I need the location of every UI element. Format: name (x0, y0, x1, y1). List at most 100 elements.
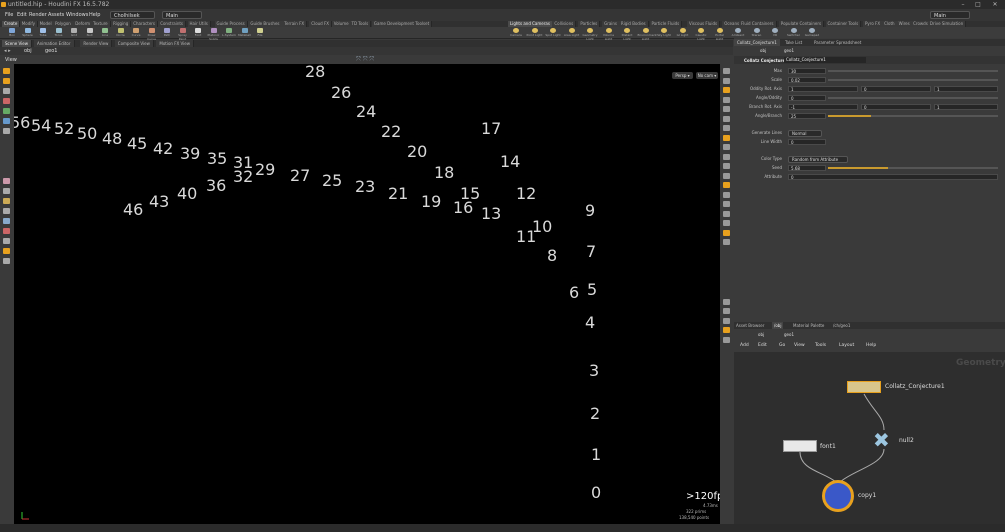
left-tool-icon-6[interactable] (3, 128, 10, 134)
shelf-tool-0[interactable]: Box (4, 27, 20, 38)
node-copy[interactable]: copy1 (822, 480, 876, 512)
shelf-tool-12[interactable]: Font (190, 27, 206, 38)
param-path-context[interactable]: obj (760, 48, 766, 53)
net-menu-edit[interactable]: Edit (758, 343, 767, 348)
desktop-dropdown[interactable]: Main (162, 11, 202, 19)
network-view[interactable]: Geometry Collatz_Conjecture1 font1 ✖ nul… (734, 352, 1005, 530)
right-tool-icon-9[interactable] (723, 153, 730, 160)
right-tool-icon-10[interactable] (723, 163, 730, 169)
right-tool-icon-23[interactable] (723, 336, 730, 343)
angle-branch-field[interactable]: 25 (788, 113, 826, 119)
left-tool-icon-3[interactable] (3, 98, 10, 104)
path-context[interactable]: obj (24, 48, 32, 54)
branch-z-field[interactable]: 1 (934, 104, 998, 110)
shelf-tool-14[interactable]: L-System (221, 27, 237, 38)
shelf-tool-right-12[interactable]: Ambient Light (730, 27, 746, 41)
shelf-tool-13[interactable]: Platonic Solids (206, 27, 222, 41)
net-path-node[interactable]: geo1 (784, 332, 794, 337)
branch-x-field[interactable]: -1 (788, 104, 858, 110)
color-type-dropdown[interactable]: Random from Attribute (788, 156, 848, 163)
menu-windows[interactable]: Windows (66, 12, 88, 18)
shelf-tool-right-13[interactable]: Stereo Camera (749, 27, 765, 41)
tab-material-palette[interactable]: Material Palette (793, 322, 824, 329)
left-tool-icon-0[interactable] (3, 68, 10, 74)
shelf-tool-right-4[interactable]: Geometry Light (582, 27, 598, 41)
right-tool-icon-22[interactable] (723, 327, 730, 333)
left-tool-icon-10[interactable] (3, 208, 10, 214)
right-tool-icon-20[interactable] (723, 308, 730, 314)
right-desktop-dropdown[interactable]: Main (930, 11, 970, 19)
left-tool-icon-5[interactable] (3, 118, 10, 124)
maximize-button[interactable]: □ (973, 1, 983, 8)
pane-tab-3[interactable]: Composite View (114, 40, 154, 47)
shelf-tool-3[interactable]: Torus (51, 27, 67, 38)
left-tool-icon-13[interactable] (3, 238, 10, 244)
menu-render[interactable]: Render (29, 12, 47, 18)
close-button[interactable]: ✕ (990, 1, 1000, 8)
timeline-bar[interactable] (0, 524, 1005, 532)
shelf-tool-right-9[interactable]: GI Light (675, 27, 691, 38)
node-null[interactable]: ✖ null2 (873, 430, 914, 450)
shelf-tool-5[interactable]: Null (82, 27, 98, 38)
shelf-tool-right-10[interactable]: Caustic Light (693, 27, 709, 41)
angle-oddity-field[interactable]: 0 (788, 95, 826, 101)
shelf-tool-right-6[interactable]: Distant Light (619, 27, 635, 41)
oddity-y-field[interactable]: 0 (861, 86, 931, 92)
scale-slider[interactable] (828, 79, 998, 81)
shelf-tool-7[interactable]: Circle (113, 27, 129, 38)
net-menu-go[interactable]: Go (779, 343, 785, 348)
angle-oddity-slider[interactable] (828, 97, 998, 99)
right-tool-icon-15[interactable] (723, 210, 730, 217)
menu-edit[interactable]: Edit (17, 12, 27, 18)
shelf-tool-2[interactable]: Tube (35, 27, 51, 38)
node-name-field[interactable]: Collatz_Conjecture1 (784, 57, 866, 63)
right-tool-icon-12[interactable] (723, 182, 730, 188)
right-tool-icon-17[interactable] (723, 229, 730, 236)
pane-tab-1[interactable]: Animation Editor (34, 40, 75, 47)
seed-slider[interactable] (828, 167, 998, 169)
shelf-tool-right-14[interactable]: VR Camera (767, 27, 783, 41)
shelf-tool-15[interactable]: Metaball (237, 27, 253, 38)
node-font[interactable]: font1 (783, 440, 836, 452)
left-tool-icon-1[interactable] (3, 78, 10, 84)
shelf-tool-right-3[interactable]: Area Light (564, 27, 580, 38)
shelf-tool-16[interactable]: File (252, 27, 268, 38)
attribute-field[interactable]: 0 (788, 174, 998, 180)
menu-assets[interactable]: Assets (48, 12, 64, 18)
tab-collatz[interactable]: Collatz_Conjecture1 (734, 39, 780, 46)
left-tool-icon-12[interactable] (3, 228, 10, 234)
left-tool-icon-14[interactable] (3, 248, 10, 254)
shelf-tool-right-0[interactable]: Camera (508, 27, 524, 38)
shelf-tool-6[interactable]: Line (97, 27, 113, 38)
right-tool-icon-3[interactable] (723, 96, 730, 103)
node-collatz[interactable]: Collatz_Conjecture1 (847, 381, 945, 393)
net-menu-view[interactable]: View (794, 343, 805, 348)
right-tool-icon-6[interactable] (723, 125, 730, 131)
menu-file[interactable]: File (5, 12, 13, 18)
shelf-tool-right-11[interactable]: Portal Light (712, 27, 728, 41)
viewport[interactable]: 56 54 52 50 48 45 42 39 35 31 29 32 36 40 43 46 28 26 24 22… (14, 64, 720, 530)
right-tool-icon-21[interactable] (723, 317, 730, 324)
right-tool-icon-8[interactable] (723, 144, 730, 150)
line-width-field[interactable]: 0 (788, 139, 826, 145)
right-tool-icon-2[interactable] (723, 87, 730, 93)
right-tool-icon-7[interactable] (723, 134, 730, 141)
shelf-tool-right-1[interactable]: Point Light (527, 27, 543, 38)
tab-obj[interactable]: /obj (772, 322, 784, 329)
max-field[interactable]: 30 (788, 68, 826, 74)
shelf-tool-right-16[interactable]: Gamepad Camera (804, 27, 820, 41)
shelf-tool-right-2[interactable]: Spot Light (545, 27, 561, 38)
net-menu-help[interactable]: Help (866, 343, 876, 348)
right-tool-icon-11[interactable] (723, 172, 730, 179)
shelf-tool-8[interactable]: Curve (128, 27, 144, 38)
right-tool-icon-13[interactable] (723, 191, 730, 198)
shelf-tool-right-15[interactable]: Switcher (786, 27, 802, 38)
shelf-tool-4[interactable]: Grid (66, 27, 82, 38)
net-menu-tools[interactable]: Tools (815, 343, 826, 348)
shelf-tool-10[interactable]: Path (159, 27, 175, 38)
left-tool-icon-4[interactable] (3, 108, 10, 114)
shelf-tool-1[interactable]: Sphere (20, 27, 36, 38)
back-icon[interactable]: ◂ ▸ (4, 48, 11, 54)
shelf-tool-right-5[interactable]: Volume Light (601, 27, 617, 41)
net-path-context[interactable]: obj (758, 332, 764, 337)
